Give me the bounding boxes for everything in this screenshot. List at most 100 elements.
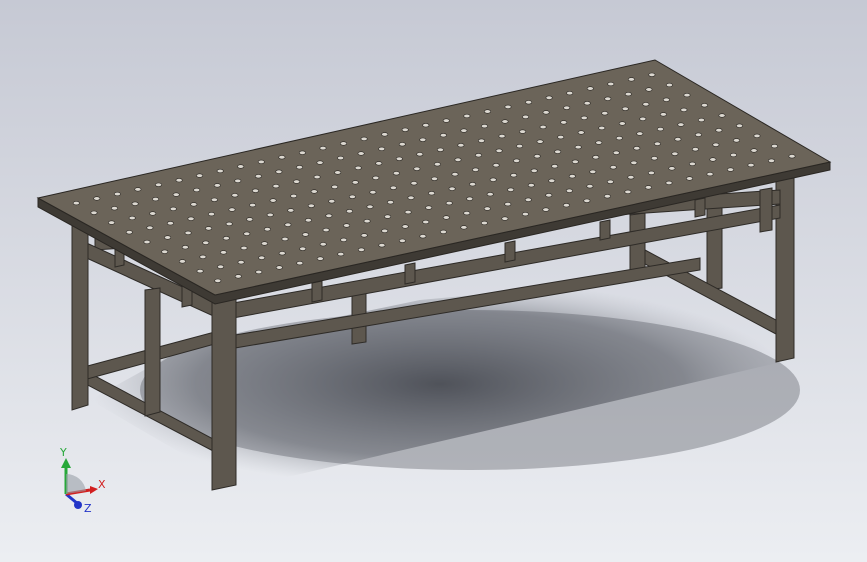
table-hole (527, 183, 535, 188)
table-hole (363, 219, 371, 224)
table-hole (542, 110, 550, 115)
table-hole (460, 128, 468, 133)
table-hole (680, 107, 688, 112)
table-hole (592, 155, 600, 160)
table-hole (519, 129, 527, 134)
table-hole (343, 223, 351, 228)
table-hole (407, 195, 415, 200)
table-hole (636, 131, 644, 136)
table-hole (360, 233, 368, 238)
table-hole (624, 189, 632, 194)
table-hole (210, 197, 218, 202)
table-hole (125, 230, 133, 235)
table-hole (419, 234, 427, 239)
table-hole (357, 151, 365, 156)
table-hole (566, 90, 574, 96)
table-hole (220, 250, 228, 255)
table-hole (175, 178, 183, 183)
table-hole (545, 193, 553, 198)
table-hole (609, 165, 617, 170)
cad-viewport[interactable]: Y X Z (0, 0, 867, 562)
table-hole (492, 163, 500, 168)
table-hole (225, 221, 233, 226)
table-hole (339, 141, 347, 146)
table-hole (642, 102, 650, 107)
table-hole (700, 103, 708, 108)
table-hole (113, 191, 121, 197)
table-hole (298, 150, 306, 155)
table-hole (442, 215, 450, 220)
table-hole (234, 274, 242, 279)
table-hole (278, 155, 286, 160)
triad-plane-icon (66, 473, 86, 494)
table-hole (539, 124, 547, 130)
table-hole (290, 193, 298, 199)
table-hole (319, 242, 327, 247)
table-hole (501, 119, 509, 124)
table-hole (199, 254, 207, 259)
table-hole (521, 212, 529, 217)
table-hole (257, 159, 265, 164)
table-hole (644, 185, 652, 190)
table-hole (489, 177, 497, 182)
table-hole (322, 227, 330, 233)
table-hole (648, 72, 656, 77)
table-hole (422, 123, 430, 128)
table-hole (688, 161, 696, 166)
table-hole (369, 190, 377, 195)
table-hole (401, 224, 409, 229)
x-axis-arrow-icon (90, 486, 98, 494)
table-hole (208, 212, 216, 217)
table-hole (304, 218, 312, 223)
welding-table-model[interactable] (0, 0, 867, 562)
table-hole (234, 178, 242, 183)
table-hole (580, 115, 588, 120)
table-hole (325, 213, 333, 218)
table-hole (627, 175, 635, 180)
table-hole (72, 201, 80, 206)
table-hole (770, 144, 778, 149)
table-hole (618, 121, 626, 126)
table-hole (372, 175, 380, 180)
table-hole (753, 133, 761, 138)
orientation-triad[interactable]: Y X Z (46, 444, 110, 518)
table-hole (533, 154, 541, 159)
table-hole (563, 105, 571, 110)
table-hole (316, 256, 324, 261)
table-hole (240, 245, 248, 251)
table-hole (460, 225, 468, 230)
table-hole (108, 220, 116, 225)
table-hole (111, 206, 119, 211)
table-hole (732, 138, 740, 143)
table-hole (595, 140, 603, 145)
table-hole (433, 162, 441, 167)
table-hole (386, 200, 394, 205)
y-axis-arrow-icon (61, 458, 71, 468)
table-hole (615, 136, 623, 141)
table-hole (416, 152, 424, 157)
table-hole (337, 252, 345, 257)
table-hole (604, 96, 612, 101)
table-hole (404, 210, 412, 215)
table-hole (510, 173, 518, 178)
table-hole (313, 174, 321, 180)
table-hole (767, 158, 775, 163)
table-hole (184, 230, 192, 235)
table-hole (419, 137, 427, 142)
table-hole (483, 109, 491, 114)
table-hole (398, 238, 406, 243)
table-hole (337, 155, 345, 161)
table-hole (442, 118, 450, 123)
table-hole (357, 247, 365, 252)
table-hole (706, 172, 714, 177)
table-hole (287, 208, 295, 213)
table-hole (650, 156, 658, 161)
table-hole (554, 149, 562, 154)
table-hole (425, 205, 433, 210)
table-hole (583, 198, 591, 203)
table-hole (647, 170, 655, 175)
table-hole (439, 229, 447, 234)
table-hole (293, 179, 301, 184)
table-hole (551, 164, 559, 169)
table-hole (639, 116, 647, 121)
